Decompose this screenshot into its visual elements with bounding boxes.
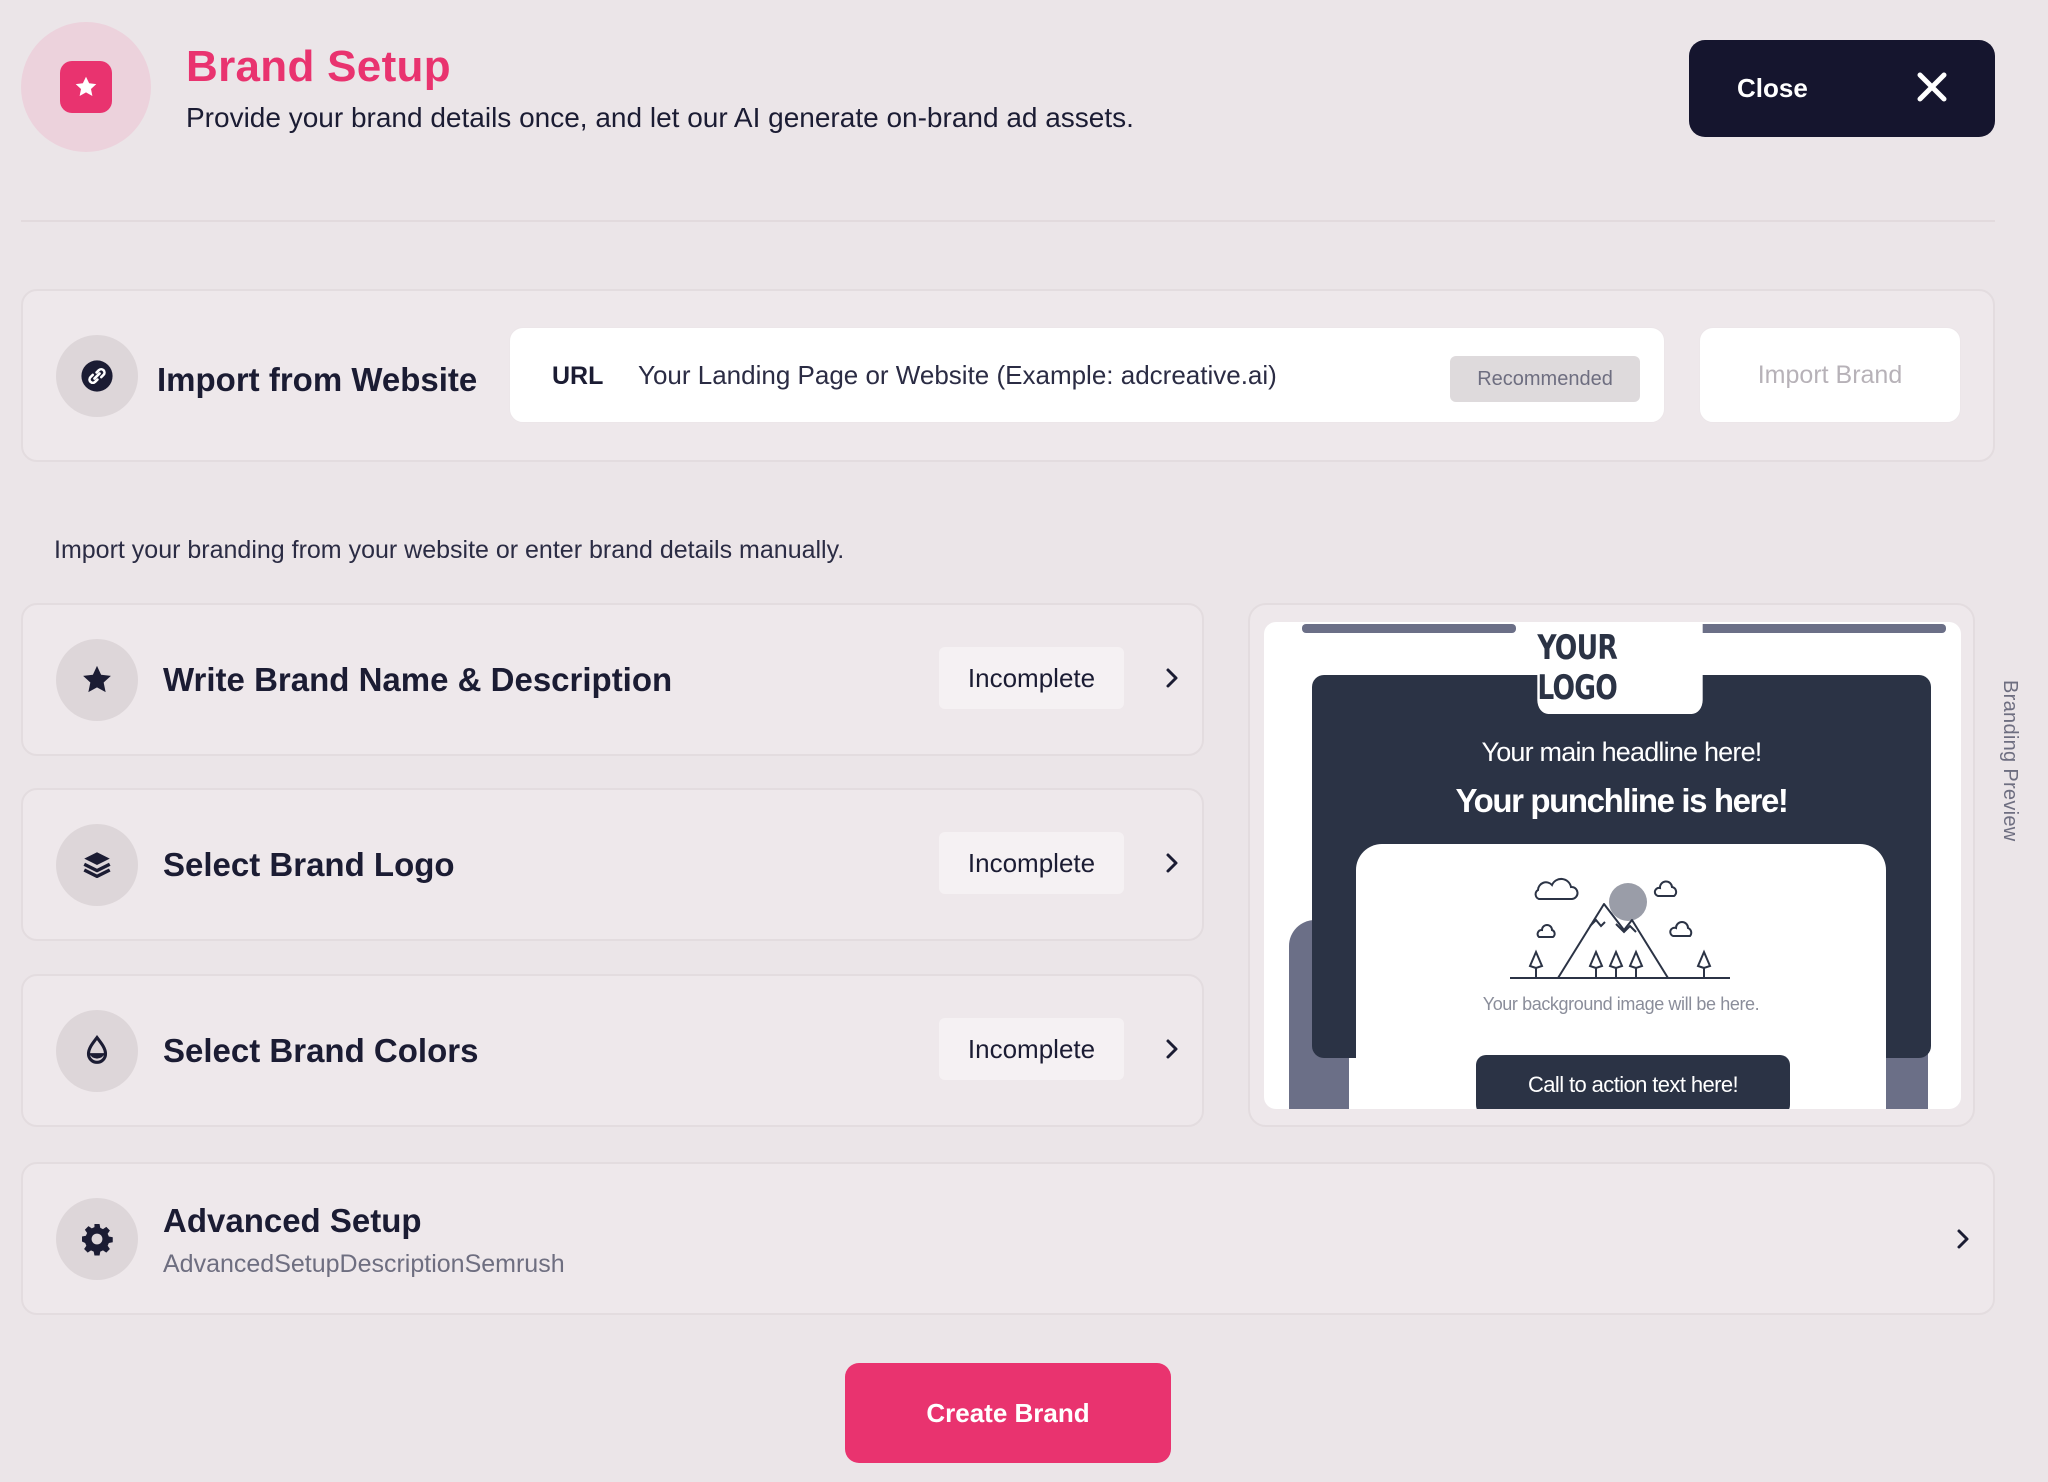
advanced-setup-description: AdvancedSetupDescriptionSemrush: [163, 1250, 565, 1278]
star-badge-icon: [60, 61, 112, 113]
header-divider: [21, 220, 1995, 222]
preview-cta: Call to action text here!: [1476, 1055, 1790, 1109]
helper-text: Import your branding from your website o…: [54, 536, 845, 564]
ad-preview: YOUR LOGO Your main headline here! Your …: [1264, 622, 1961, 1109]
preview-top-bar: [1302, 624, 1516, 633]
star-icon: [56, 639, 138, 721]
preview-logo: YOUR LOGO: [1537, 622, 1703, 714]
link-icon: [56, 335, 138, 417]
branding-preview-label: Branding Preview: [1999, 680, 2021, 842]
chevron-right-icon: [1157, 663, 1187, 693]
url-label: URL: [552, 362, 604, 390]
step-title: Write Brand Name & Description: [163, 661, 673, 698]
status-badge: Incomplete: [939, 832, 1124, 894]
preview-headline: Your main headline here!: [1481, 737, 1762, 767]
chevron-right-icon: [1157, 848, 1187, 878]
layers-icon: [56, 824, 138, 906]
branding-preview-panel: YOUR LOGO Your main headline here! Your …: [1248, 603, 1975, 1127]
gear-icon: [56, 1198, 138, 1280]
import-brand-button[interactable]: Import Brand: [1699, 327, 1961, 423]
create-brand-button[interactable]: Create Brand: [845, 1363, 1171, 1463]
page-title: Brand Setup: [186, 42, 451, 91]
url-input[interactable]: [638, 350, 1418, 400]
step-brand-name[interactable]: Write Brand Name & Description Incomplet…: [21, 603, 1204, 756]
header-icon-circle: [21, 22, 151, 152]
close-button-label: Close: [1737, 73, 1808, 103]
preview-punchline: Your punchline is here!: [1455, 782, 1788, 819]
url-field: URL Recommended: [509, 327, 1665, 423]
advanced-setup-title: Advanced Setup: [163, 1202, 422, 1239]
droplet-icon: [56, 1010, 138, 1092]
close-icon: [1915, 70, 1949, 107]
preview-image-caption: Your background image will be here.: [1482, 994, 1760, 1014]
status-badge: Incomplete: [939, 1018, 1124, 1080]
step-title: Select Brand Logo: [163, 846, 455, 883]
recommended-badge: Recommended: [1450, 356, 1640, 402]
import-website-title: Import from Website: [157, 361, 478, 398]
mountain-landscape-icon: [1510, 877, 1730, 979]
page-subtitle: Provide your brand details once, and let…: [186, 102, 1134, 133]
import-website-card: Import from Website URL Recommended Impo…: [21, 289, 1995, 462]
step-title: Select Brand Colors: [163, 1032, 479, 1069]
preview-top-bar: [1694, 624, 1946, 633]
status-badge: Incomplete: [939, 647, 1124, 709]
advanced-setup-card[interactable]: Advanced Setup AdvancedSetupDescriptionS…: [21, 1162, 1995, 1315]
step-brand-logo[interactable]: Select Brand Logo Incomplete: [21, 788, 1204, 941]
step-brand-colors[interactable]: Select Brand Colors Incomplete: [21, 974, 1204, 1127]
chevron-right-icon: [1157, 1034, 1187, 1064]
chevron-right-icon: [1948, 1224, 1978, 1254]
close-button[interactable]: Close: [1689, 40, 1995, 137]
